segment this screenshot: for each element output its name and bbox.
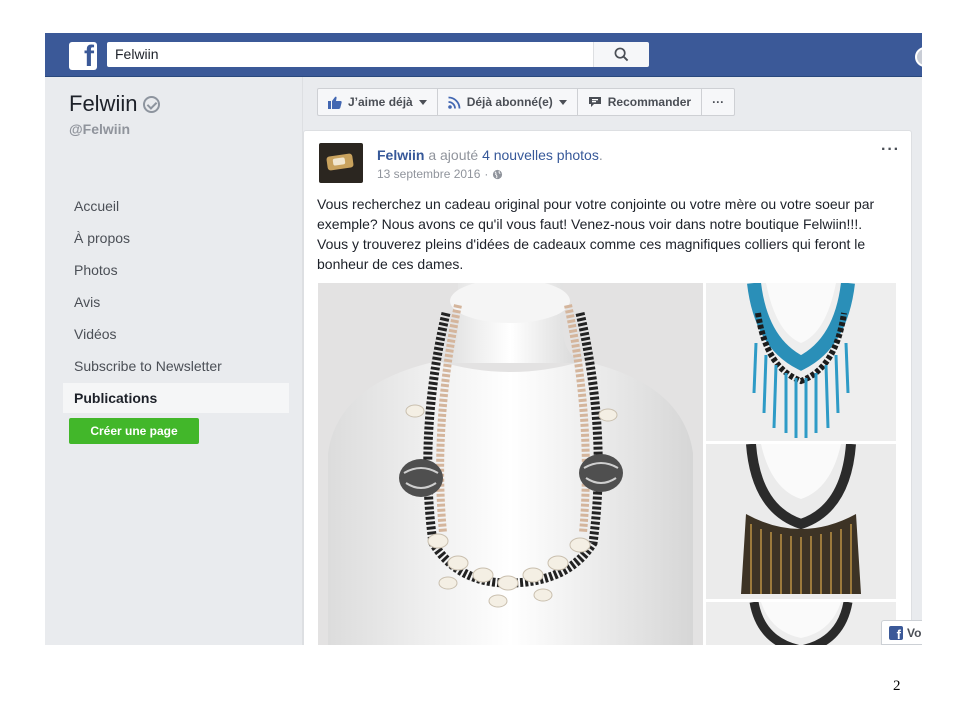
like-label: J’aime déjà xyxy=(348,95,413,109)
post-text: Vous recherchez un cadeau original pour … xyxy=(317,196,875,272)
nav-item-videos[interactable]: Vidéos xyxy=(63,319,289,349)
follow-button[interactable]: Déjà abonné(e) xyxy=(438,89,578,115)
post-photo-4[interactable] xyxy=(706,602,896,645)
post-author-link[interactable]: Felwiin xyxy=(377,147,424,163)
post-photos-link[interactable]: 4 nouvelles photos xyxy=(482,147,599,163)
nav-item-avis[interactable]: Avis xyxy=(63,287,289,317)
nav-item-a-propos[interactable]: À propos xyxy=(63,223,289,253)
profile-avatar[interactable] xyxy=(915,47,922,67)
rss-icon xyxy=(447,96,461,109)
globe-icon xyxy=(493,169,503,179)
top-bar: f Felwiin xyxy=(45,33,922,77)
chat-tab[interactable]: Vo xyxy=(881,620,922,645)
bronze-necklace-photo xyxy=(706,444,896,599)
facebook-logo-icon[interactable]: f xyxy=(69,42,97,70)
post-options-button[interactable]: ··· xyxy=(881,141,900,159)
dark-necklace-photo xyxy=(706,602,896,645)
post-action-text: a ajouté xyxy=(428,147,479,163)
like-button[interactable]: J’aime déjà xyxy=(318,89,438,115)
facebook-screenshot: f Felwiin Felwiin @Felwiin Accueil À pro… xyxy=(45,33,922,645)
chat-tab-label: Vo xyxy=(907,625,922,640)
page-name-text[interactable]: Felwiin xyxy=(69,91,137,117)
post-avatar[interactable] xyxy=(319,143,363,183)
slide-number: 2 xyxy=(893,678,901,694)
chevron-down-icon xyxy=(558,99,567,105)
post-card: Felwiin a ajouté 4 nouvelles photos. 13 … xyxy=(303,130,912,645)
post-date[interactable]: 13 septembre 2016 xyxy=(377,167,480,181)
post-header: Felwiin a ajouté 4 nouvelles photos. xyxy=(377,147,603,163)
create-page-button[interactable]: Créer une page xyxy=(69,418,199,444)
left-column: Felwiin @Felwiin Accueil À propos Photos… xyxy=(45,77,303,645)
nav-item-newsletter[interactable]: Subscribe to Newsletter xyxy=(63,351,289,381)
verified-icon xyxy=(143,95,161,113)
post-photo-main[interactable] xyxy=(318,283,703,645)
follow-label: Déjà abonné(e) xyxy=(466,95,553,109)
nav-item-accueil[interactable]: Accueil xyxy=(63,191,289,221)
post-photo-3[interactable] xyxy=(706,444,896,599)
post-meta: 13 septembre 2016 · xyxy=(377,167,503,181)
page-nav: Accueil À propos Photos Avis Vidéos Subs… xyxy=(63,191,289,447)
post-header-period: . xyxy=(598,147,603,163)
page-name[interactable]: Felwiin xyxy=(69,91,161,117)
post-date-separator: · xyxy=(484,167,489,181)
post-photo-2[interactable] xyxy=(706,283,896,441)
more-actions-button[interactable]: ··· xyxy=(702,89,734,115)
blue-necklace-photo xyxy=(706,283,896,441)
search-icon xyxy=(614,47,629,62)
nav-item-publications[interactable]: Publications xyxy=(63,383,289,413)
recommend-label: Recommander xyxy=(607,95,692,109)
chevron-down-icon xyxy=(418,99,427,105)
recommend-icon xyxy=(588,97,601,107)
page-handle: @Felwiin xyxy=(69,121,131,137)
nav-item-photos[interactable]: Photos xyxy=(63,255,289,285)
recommend-button[interactable]: Recommander xyxy=(578,89,703,115)
more-icon: ··· xyxy=(712,95,725,109)
page-action-bar: J’aime déjà Déjà abonné(e) Recommander ·… xyxy=(317,88,736,116)
thumbs-up-icon xyxy=(328,96,342,109)
search-button[interactable] xyxy=(593,42,649,67)
search-input[interactable]: Felwiin xyxy=(107,42,648,67)
necklace-photo xyxy=(318,283,703,645)
facebook-chat-icon xyxy=(889,625,903,642)
